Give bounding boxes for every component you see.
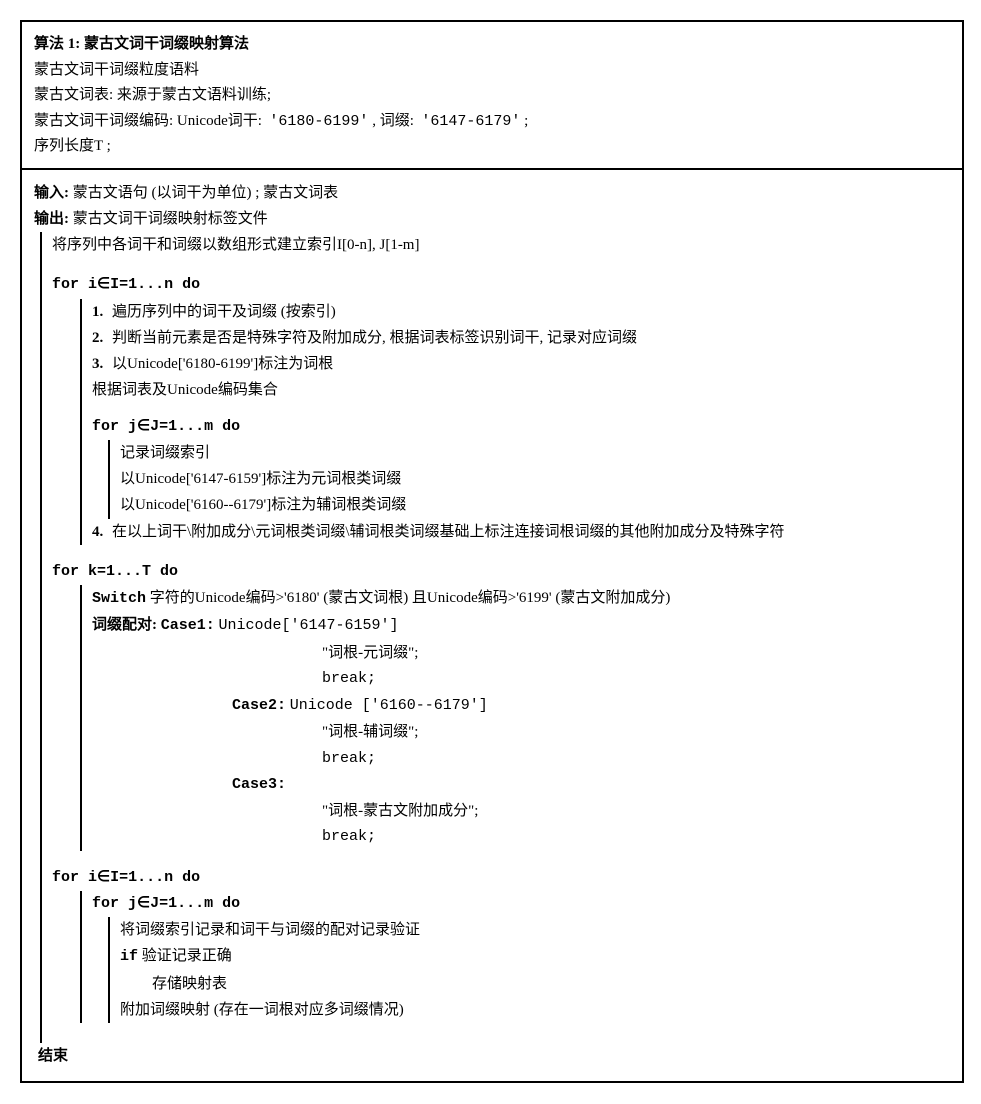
algorithm-body: 输入: 蒙古文语句 (以词干为单位) ; 蒙古文词表 输出: 蒙古文词干词缀映射… xyxy=(22,170,962,1082)
input-row: 输入: 蒙古文语句 (以词干为单位) ; 蒙古文词表 xyxy=(34,180,950,206)
loop1-body-wrap: 1.遍历序列中的词干及词缀 (按索引) 2.判断当前元素是否是特殊字符及附加成分… xyxy=(52,299,950,545)
loop1-inner2: 以Unicode['6147-6159']标注为元词根类词缀 xyxy=(120,466,950,492)
switch-cond: 字符的Unicode编码>'6180' (蒙古文词根) 且Unicode编码>'… xyxy=(150,590,671,606)
loop3-l3: 存储映射表 xyxy=(120,971,950,997)
if-cond: 验证记录正确 xyxy=(142,948,232,964)
input-label: 输入: xyxy=(34,185,69,201)
switch-label: Switch xyxy=(92,590,146,607)
case1-break: break; xyxy=(92,666,950,692)
loop1-inner3: 以Unicode['6160--6179']标注为辅词根类词缀 xyxy=(120,492,950,518)
loop1-step1: 1.遍历序列中的词干及词缀 (按索引) xyxy=(92,299,950,325)
loop3-l1: 将词缀索引记录和词干与词缀的配对记录验证 xyxy=(120,917,950,943)
output-label: 输出: xyxy=(34,211,69,227)
case1-body: "词根-元词缀"; xyxy=(92,640,950,666)
case3-break: break; xyxy=(92,824,950,850)
case2-row: Case2: Unicode ['6160--6179'] xyxy=(92,692,950,719)
case1-range: Unicode['6147-6159'] xyxy=(219,617,399,634)
loop2-head: for k=1...T do xyxy=(52,559,950,585)
case1-row: 词缀配对: Case1: Unicode['6147-6159'] xyxy=(92,612,950,639)
loop1-inner-head: for j∈J=1...m do xyxy=(92,414,950,440)
loop3-body-j: 将词缀索引记录和词干与词缀的配对记录验证 if 验证记录正确 存储映射表 附加词… xyxy=(120,917,950,1023)
body-vertical-bar xyxy=(40,232,42,1043)
loop1-inner1: 记录词缀索引 xyxy=(120,440,950,466)
loop1-inner-body: 记录词缀索引 以Unicode['6147-6159']标注为元词根类词缀 以U… xyxy=(120,440,950,519)
output-text: 蒙古文词干词缀映射标签文件 xyxy=(73,211,268,227)
algorithm-title-row: 算法 1: 蒙古文词干词缀映射算法 xyxy=(34,32,950,58)
loop1-head: for i∈I=1...n do xyxy=(52,272,950,298)
header-line4: 蒙古文词干词缀编码: Unicode词干: '6180-6199' , 词缀: … xyxy=(34,109,950,135)
loop3-wrap: for j∈J=1...m do 将词缀索引记录和词干与词缀的配对记录验证 if… xyxy=(52,891,950,1023)
loop1-step2: 2.判断当前元素是否是特殊字符及附加成分, 根据词表标签识别词干, 记录对应词缀 xyxy=(92,325,950,351)
loop3-bar-j xyxy=(108,917,110,1023)
line4-prefix: 蒙古文词干词缀编码: Unicode词干: xyxy=(34,113,262,129)
loop1-body: 1.遍历序列中的词干及词缀 (按索引) 2.判断当前元素是否是特殊字符及附加成分… xyxy=(92,299,950,545)
loop1-bar xyxy=(80,299,82,545)
loop1-step3b: 根据词表及Unicode编码集合 xyxy=(92,377,950,403)
loop1-step4: 4.在以上词干\附加成分\元词根类词缀\辅词根类词缀基础上标注连接词根词缀的其他… xyxy=(92,519,950,545)
line4-mid: , 词缀: xyxy=(372,113,414,129)
end-label: 结束 xyxy=(34,1043,950,1069)
case1-label: Case1: xyxy=(161,617,215,634)
loop3-head-i: for i∈I=1...n do xyxy=(52,865,950,891)
loop3-wrap-j: 将词缀索引记录和词干与词缀的配对记录验证 if 验证记录正确 存储映射表 附加词… xyxy=(92,917,950,1023)
loop3-l4: 附加词缀映射 (存在一词根对应多词缀情况) xyxy=(120,997,950,1023)
output-row: 输出: 蒙古文词干词缀映射标签文件 xyxy=(34,206,950,232)
algorithm-header: 算法 1: 蒙古文词干词缀映射算法 蒙古文词干词缀粒度语料 蒙古文词表: 来源于… xyxy=(22,22,962,170)
input-text: 蒙古文语句 (以词干为单位) ; 蒙古文词表 xyxy=(73,185,338,201)
body-content: 将序列中各词干和词缀以数组形式建立索引I[0-n], J[1-m] for i∈… xyxy=(52,232,950,1043)
title-label: 算法 1: xyxy=(34,36,80,52)
loop3-head-j: for j∈J=1...m do xyxy=(92,891,950,917)
header-line2: 蒙古文词干词缀粒度语料 xyxy=(34,58,950,84)
loop2-body-wrap: Switch 字符的Unicode编码>'6180' (蒙古文词根) 且Unic… xyxy=(52,585,950,851)
case3-label: Case3: xyxy=(92,772,950,798)
line4-end: ; xyxy=(524,113,528,129)
loop2-bar xyxy=(80,585,82,851)
case2-body: "词根-辅词缀"; xyxy=(92,719,950,745)
body-bar-wrap: 将序列中各词干和词缀以数组形式建立索引I[0-n], J[1-m] for i∈… xyxy=(34,232,950,1043)
case2-range: Unicode ['6160--6179'] xyxy=(290,697,488,714)
stem-range: '6180-6199' xyxy=(269,113,368,130)
pair-label: 词缀配对: xyxy=(92,617,157,633)
loop3-l2: if 验证记录正确 xyxy=(120,943,950,970)
header-line3: 蒙古文词表: 来源于蒙古文语料训练; xyxy=(34,83,950,109)
loop3-body-i: for j∈J=1...m do 将词缀索引记录和词干与词缀的配对记录验证 if… xyxy=(92,891,950,1023)
loop2-body: Switch 字符的Unicode编码>'6180' (蒙古文词根) 且Unic… xyxy=(92,585,950,851)
header-line5: 序列长度T ; xyxy=(34,134,950,160)
title-text: 蒙古文词干词缀映射算法 xyxy=(84,36,249,52)
loop1-inner-wrap: 记录词缀索引 以Unicode['6147-6159']标注为元词根类词缀 以U… xyxy=(92,440,950,519)
loop3-bar-i xyxy=(80,891,82,1023)
suffix-range: '6147-6179' xyxy=(421,113,520,130)
loop1-step3: 3.以Unicode['6180-6199']标注为词根 xyxy=(92,351,950,377)
algorithm-box: 算法 1: 蒙古文词干词缀映射算法 蒙古文词干词缀粒度语料 蒙古文词表: 来源于… xyxy=(20,20,964,1083)
loop1-inner-bar xyxy=(108,440,110,519)
case2-label: Case2: xyxy=(232,697,286,714)
index-line: 将序列中各词干和词缀以数组形式建立索引I[0-n], J[1-m] xyxy=(52,232,950,258)
case2-break: break; xyxy=(92,746,950,772)
case3-body: "词根-蒙古文附加成分"; xyxy=(92,798,950,824)
if-label: if xyxy=(120,948,138,965)
switch-line: Switch 字符的Unicode编码>'6180' (蒙古文词根) 且Unic… xyxy=(92,585,950,612)
